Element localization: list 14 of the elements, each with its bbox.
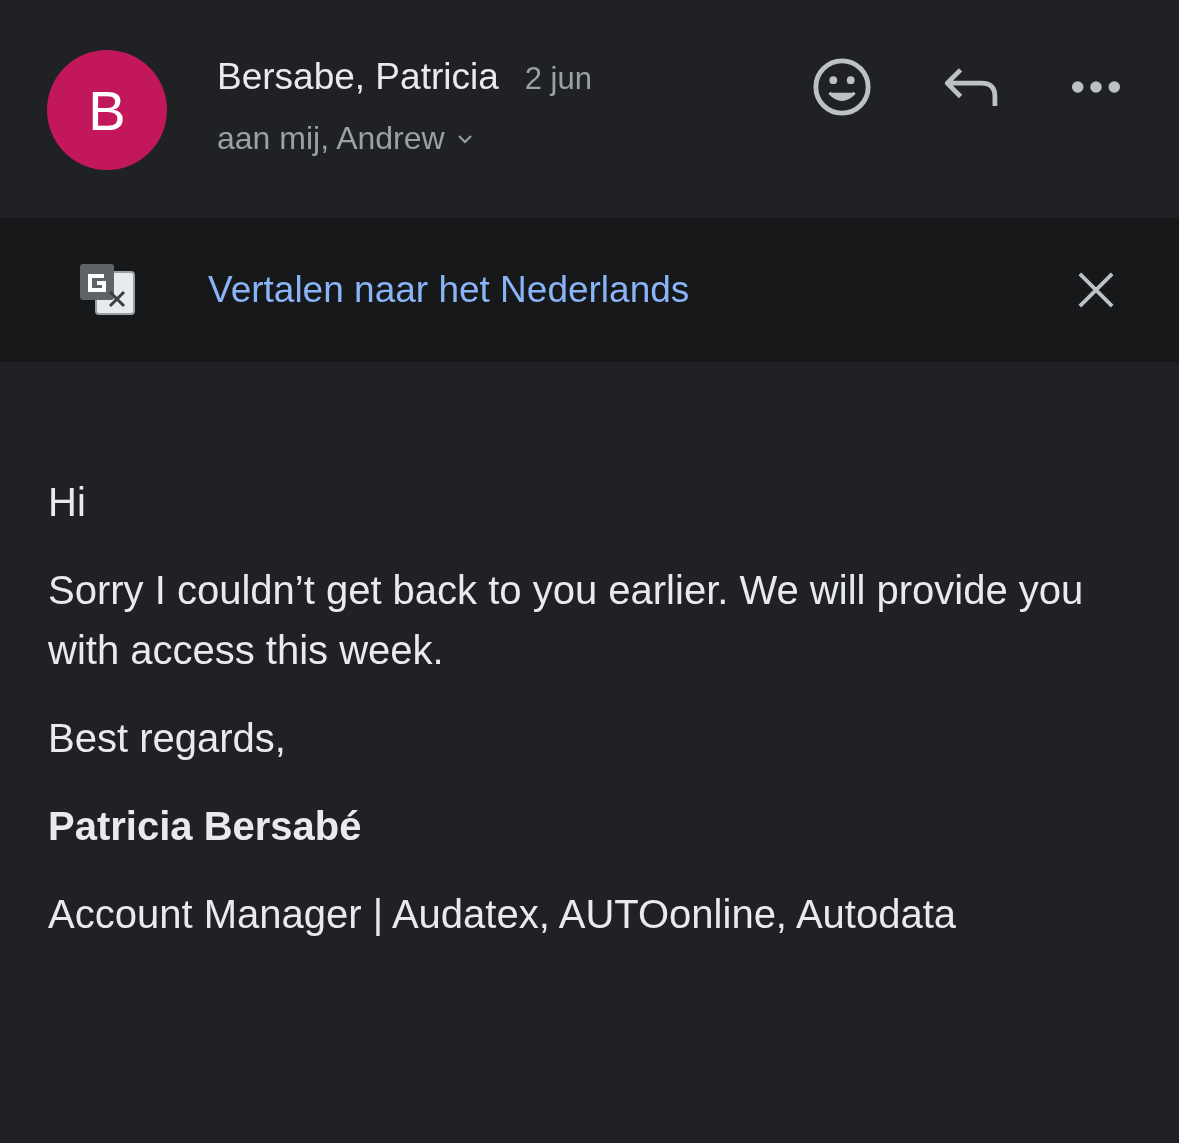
smiley-icon[interactable] xyxy=(811,56,873,118)
paragraph: Best regards, xyxy=(48,715,287,762)
email-date: 2 jun xyxy=(524,61,592,97)
signature-name: Patricia Bersabé xyxy=(48,803,363,850)
avatar: B xyxy=(47,50,167,170)
translate-icon xyxy=(78,262,138,318)
close-icon[interactable] xyxy=(1077,271,1115,309)
sender-name: Bersabe, Patricia xyxy=(217,56,499,98)
translate-link[interactable]: Vertalen naar het Nederlands xyxy=(208,269,690,311)
paragraph: Sorry I couldn’t get back to you earlier. We will provide you with access this week. xyxy=(48,567,1085,674)
paragraph: Hi xyxy=(48,479,87,526)
more-icon[interactable] xyxy=(1071,80,1121,94)
paragraph: Account Manager | Audatex, AUTOonline, Autodata xyxy=(48,891,958,938)
recipients-toggle[interactable]: aan mij, Andrew xyxy=(217,120,592,157)
